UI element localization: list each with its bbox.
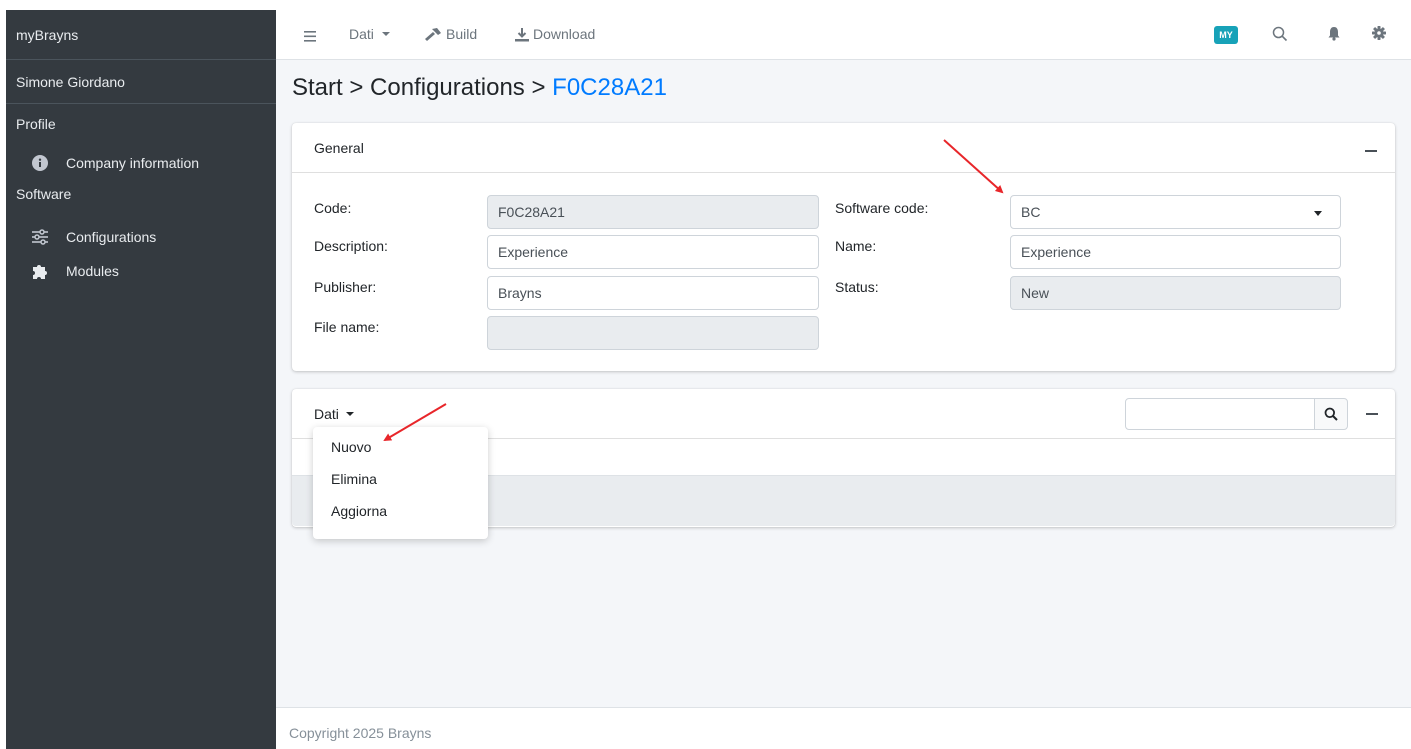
software-code-label: Software code: [835, 200, 929, 216]
nav-header-software: Software [16, 186, 72, 202]
download-button[interactable]: Download [514, 26, 595, 42]
window-frame-top [0, 0, 1411, 10]
general-card: General Code: F0C28A21 Description: Expe… [292, 123, 1395, 371]
breadcrumb: Start > Configurations > F0C28A21 [292, 74, 667, 102]
description-label: Description: [314, 238, 388, 254]
software-code-select[interactable]: BC [1010, 195, 1341, 229]
hammer-icon [424, 27, 442, 41]
puzzle-icon [30, 261, 50, 281]
collapse-icon[interactable] [1366, 413, 1378, 415]
breadcrumb-current: F0C28A21 [552, 74, 667, 101]
topbar-dati-menu[interactable]: Dati [349, 26, 390, 42]
publisher-field[interactable]: Brayns [487, 276, 819, 310]
search-icon [1324, 407, 1338, 421]
menu-item-nuovo[interactable]: Nuovo [313, 439, 488, 471]
info-circle-icon [30, 153, 50, 173]
publisher-label: Publisher: [314, 279, 377, 295]
sliders-icon [30, 227, 50, 247]
status-field[interactable]: New [1010, 276, 1341, 310]
sidebar-item-label: Configurations [66, 229, 157, 245]
card-title: General [314, 139, 364, 156]
software-code-value: BC [1021, 204, 1041, 220]
build-label: Build [446, 26, 478, 42]
build-button[interactable]: Build [424, 26, 477, 42]
gear-icon[interactable] [1372, 26, 1386, 43]
name-field[interactable]: Experience [1010, 235, 1341, 269]
hamburger-menu-icon[interactable] [304, 29, 316, 45]
menu-item-aggiorna[interactable]: Aggiorna [313, 503, 488, 535]
nav-header-profile: Profile [16, 116, 56, 132]
dati-search-input[interactable] [1125, 398, 1315, 430]
sidebar-item-configurations[interactable]: Configurations [6, 218, 276, 256]
chevron-down-icon [381, 32, 390, 36]
sidebar-item-modules[interactable]: Modules [6, 252, 276, 290]
name-label: Name: [835, 238, 877, 254]
menu-item-elimina[interactable]: Elimina [313, 471, 488, 503]
footer: Copyright 2025 Brayns [276, 707, 1411, 749]
general-card-header: General [292, 123, 1395, 173]
dati-search-button[interactable] [1314, 398, 1348, 430]
sidebar: myBrayns Simone Giordano Profile Company… [6, 10, 276, 749]
dati-dropdown-menu: Nuovo Elimina Aggiorna [313, 427, 488, 539]
chevron-down-icon [345, 411, 354, 416]
topbar-dati-label: Dati [349, 26, 374, 42]
copyright-text: Copyright 2025 Brayns [289, 725, 432, 741]
search-icon[interactable] [1272, 26, 1288, 45]
filename-label: File name: [314, 319, 380, 335]
code-label: Code: [314, 200, 352, 216]
download-label: Download [533, 26, 596, 42]
download-icon [514, 27, 530, 42]
my-badge[interactable]: MY [1214, 26, 1238, 44]
sidebar-item-label: Company information [66, 155, 200, 171]
dati-menu-button[interactable]: Dati [314, 406, 354, 422]
sidebar-item-company-information[interactable]: Company information [6, 144, 276, 182]
chevron-down-icon [1314, 211, 1322, 216]
breadcrumb-separator: > [349, 74, 364, 101]
sidebar-item-label: Modules [66, 263, 119, 279]
user-name[interactable]: Simone Giordano [6, 60, 276, 104]
breadcrumb-separator: > [531, 74, 546, 101]
status-label: Status: [835, 279, 879, 295]
breadcrumb-configurations[interactable]: Configurations [370, 74, 525, 101]
topbar: Dati Build Download MY [276, 10, 1411, 60]
bell-icon[interactable] [1328, 26, 1340, 44]
brand-logo[interactable]: myBrayns [6, 10, 276, 60]
filename-field[interactable] [487, 316, 819, 350]
breadcrumb-start[interactable]: Start [292, 74, 343, 101]
collapse-icon[interactable] [1365, 150, 1377, 152]
code-field[interactable]: F0C28A21 [487, 195, 819, 229]
description-field[interactable]: Experience [487, 235, 819, 269]
dati-menu-label: Dati [314, 405, 339, 422]
